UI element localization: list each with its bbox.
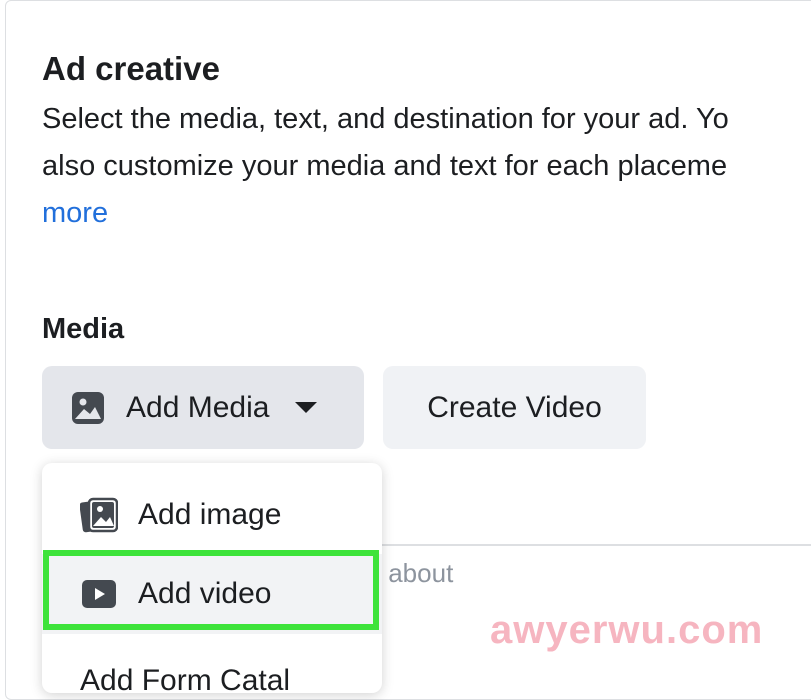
menu-item-label: Add video	[138, 577, 272, 610]
menu-item-add-form-catalog[interactable]: Add Form Catal	[42, 641, 382, 693]
description-line-1: Select the media, text, and destination …	[42, 103, 729, 135]
menu-item-add-image[interactable]: Add image	[42, 475, 382, 555]
menu-item-label: Add Form Catal	[80, 664, 291, 693]
media-label: Media	[42, 313, 125, 345]
section-title: Ad creative	[42, 50, 220, 87]
add-media-dropdown: Add image Add video Add Form Catal	[42, 463, 382, 693]
divider	[380, 544, 811, 546]
section-description: Select the media, text, and destination …	[42, 96, 811, 237]
menu-item-label: Add image	[138, 498, 282, 531]
learn-more-link[interactable]: more	[42, 197, 108, 229]
watermark: awyerwu.com	[490, 608, 764, 652]
caret-down-icon	[295, 402, 318, 413]
video-play-icon	[80, 575, 118, 613]
description-line-2: also customize your media and text for e…	[42, 150, 728, 182]
images-icon	[80, 496, 118, 534]
image-icon	[70, 390, 106, 426]
add-media-button[interactable]: Add Media	[42, 366, 364, 449]
menu-item-add-video[interactable]: Add video	[42, 554, 382, 634]
create-video-button[interactable]: Create Video	[383, 366, 646, 449]
add-media-label: Add Media	[126, 390, 270, 424]
